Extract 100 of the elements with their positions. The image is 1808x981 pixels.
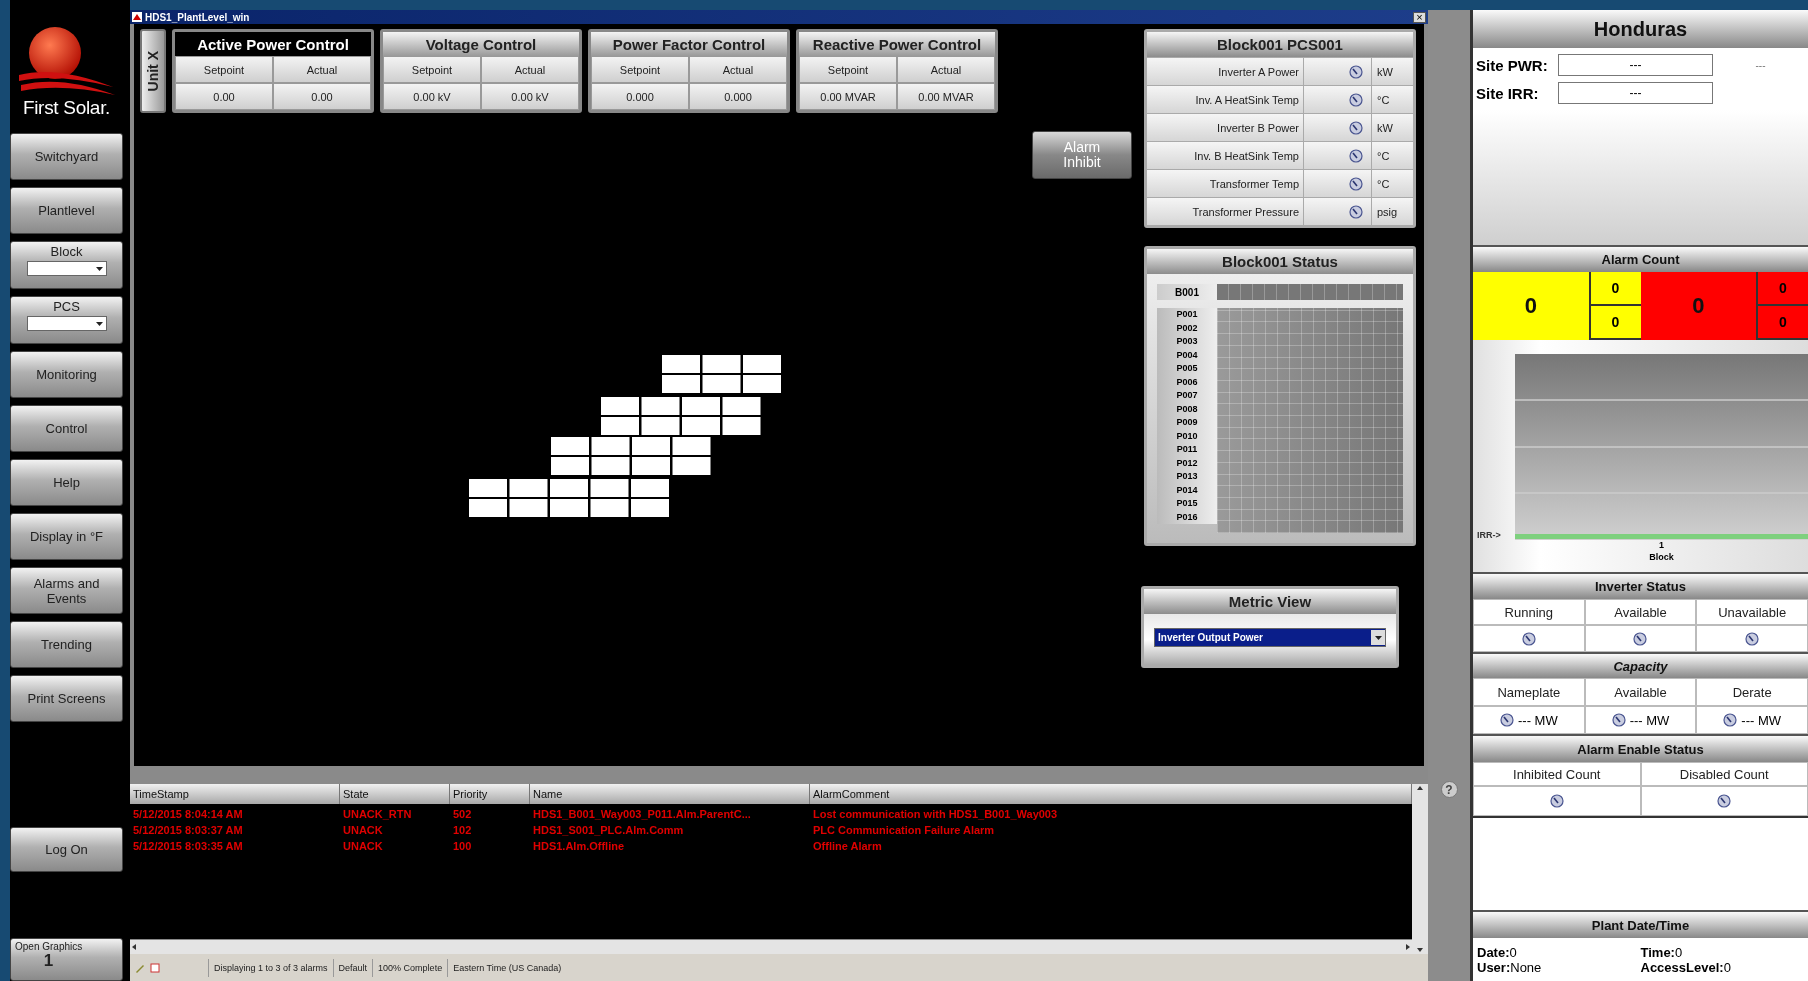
nav-button[interactable]: Monitoring xyxy=(10,351,123,398)
log-on-button[interactable]: Log On xyxy=(10,827,123,872)
column-label: Unavailable xyxy=(1696,599,1808,625)
horizontal-scrollbar[interactable] xyxy=(130,939,1412,954)
actual-value: 0.00 xyxy=(273,83,371,110)
column-label: Running xyxy=(1473,599,1585,625)
info-text: Time:0 xyxy=(1640,944,1684,960)
dropdown-label: Block xyxy=(50,244,83,259)
alarm-inhibit-button[interactable]: Alarm Inhibit xyxy=(1032,131,1132,179)
nav-button[interactable]: Plantlevel xyxy=(10,187,123,234)
extra-value: --- xyxy=(1754,58,1767,73)
pcs-label: P013 xyxy=(1157,470,1217,484)
open-graphics-button[interactable]: Open Graphics 1 xyxy=(10,938,123,981)
column-label: Derate xyxy=(1696,678,1808,706)
column-label: Setpoint xyxy=(383,56,481,83)
setpoint-value: 0.00 MVAR xyxy=(799,83,897,110)
column-label: Available xyxy=(1584,678,1697,706)
unit-tab[interactable]: Unit X xyxy=(140,29,166,113)
square-icon[interactable] xyxy=(150,962,160,973)
alarm-subcount: 0 xyxy=(1758,272,1808,306)
table-cell-text: 5/12/2015 8:03:37 AM xyxy=(132,823,244,838)
axis-label: Block xyxy=(1649,552,1674,564)
down-arrow-icon[interactable] xyxy=(1416,946,1424,954)
panel-title: Block001 PCS001 xyxy=(1147,32,1413,57)
actual-value: 0.000 xyxy=(689,83,787,110)
table-cell-text: 502 xyxy=(452,807,473,822)
site-title: Honduras xyxy=(1473,10,1808,48)
unit-label: °C xyxy=(1371,142,1413,169)
caret-icon xyxy=(94,320,104,327)
actual-value: 0.00 kV xyxy=(481,83,579,110)
logo-text: First Solar. xyxy=(22,97,111,119)
info-text: AccessLevel:0 xyxy=(1640,959,1732,975)
value-field: --- xyxy=(1558,54,1713,76)
close-button[interactable]: × xyxy=(1413,11,1426,23)
right-arrow-icon[interactable] xyxy=(1404,943,1412,951)
dropdown-label: PCS xyxy=(53,299,80,314)
gauge-icon xyxy=(1349,204,1363,219)
caret-icon xyxy=(94,265,104,272)
unit-label: °C xyxy=(1371,86,1413,113)
help-button[interactable]: ? xyxy=(1440,781,1458,798)
nav-button[interactable]: Trending xyxy=(10,621,123,668)
info-text: Date:0 xyxy=(1477,944,1518,960)
nav-button[interactable]: Display in °F xyxy=(10,513,123,560)
pcs-label: P011 xyxy=(1157,443,1217,457)
unit-label: kW xyxy=(1371,114,1413,141)
nav-button[interactable]: Control xyxy=(10,405,123,452)
control-title[interactable]: Power Factor Control xyxy=(591,32,787,56)
up-arrow-icon[interactable] xyxy=(1416,784,1424,792)
gauge-icon xyxy=(1349,148,1363,163)
nav-button[interactable]: Alarms and Events xyxy=(10,567,123,614)
gauge-icon xyxy=(1745,631,1760,646)
alarm-total: 0 xyxy=(1473,272,1591,340)
gauge-icon xyxy=(1499,713,1514,727)
capacity-value: --- MW xyxy=(1629,712,1670,728)
table-cell-text: UNACK xyxy=(342,839,384,854)
actual-value: 0.00 MVAR xyxy=(897,83,995,110)
metric-dropdown[interactable]: Inverter Output Power xyxy=(1154,628,1386,647)
section-title: Alarm Count xyxy=(1473,245,1808,272)
nav-button[interactable]: Switchyard xyxy=(10,133,123,180)
dropdown-field[interactable] xyxy=(26,316,107,331)
capacity-value: --- MW xyxy=(1741,712,1781,728)
gauge-icon xyxy=(1611,713,1626,727)
control-title[interactable]: Voltage Control xyxy=(383,32,579,56)
control-title[interactable]: Active Power Control xyxy=(175,32,371,56)
gauge-icon xyxy=(1349,120,1363,135)
nav-button[interactable]: Help xyxy=(10,459,123,506)
status-text: Default xyxy=(332,958,373,977)
gauge-icon xyxy=(1633,631,1648,646)
status-text: Displaying 1 to 3 of 3 alarms xyxy=(208,958,333,977)
section-title: Alarm Enable Status xyxy=(1473,734,1808,762)
table-cell-text: PLC Communication Failure Alarm xyxy=(812,823,996,838)
setpoint-value: 0.00 xyxy=(175,83,273,110)
status-text: 100% Complete xyxy=(372,958,448,977)
window-title: HDS1_PlantLevel_win xyxy=(145,11,250,23)
table-cell-text: HDS1.Alm.Offline xyxy=(532,839,626,854)
control-title[interactable]: Reactive Power Control xyxy=(799,32,995,56)
field-label: Site PWR: xyxy=(1476,55,1549,76)
column-label: Setpoint xyxy=(799,56,897,83)
pcs-label: P001 xyxy=(1157,308,1217,322)
gauge-icon xyxy=(1723,713,1738,727)
info-text: User:None xyxy=(1477,959,1543,975)
value-field: --- xyxy=(1558,82,1713,104)
panel-title: Block001 Status xyxy=(1147,249,1413,274)
section-title: Inverter Status xyxy=(1473,572,1808,599)
left-arrow-icon[interactable] xyxy=(130,943,138,951)
alarm-total: 0 xyxy=(1640,272,1758,340)
table-cell-text: UNACK_RTN xyxy=(342,807,413,822)
table-cell-text: 5/12/2015 8:04:14 AM xyxy=(132,807,244,822)
status-text: Eastern Time (US Canada) xyxy=(447,958,567,977)
column-label: Disabled Count xyxy=(1640,762,1808,786)
gauge-icon xyxy=(1349,64,1363,79)
irr-label: IRR-> xyxy=(1476,530,1502,540)
table-cell-text: 5/12/2015 8:03:35 AM xyxy=(132,839,244,854)
vertical-scrollbar[interactable] xyxy=(1412,784,1428,954)
setpoint-value: 0.000 xyxy=(591,83,689,110)
pcs-label: P005 xyxy=(1157,362,1217,376)
pcs-label: P009 xyxy=(1157,416,1217,430)
table-cell-text: HDS1_S001_PLC.Alm.Comm xyxy=(532,823,685,838)
dropdown-field[interactable] xyxy=(26,261,107,276)
nav-button[interactable]: Print Screens xyxy=(10,675,123,722)
